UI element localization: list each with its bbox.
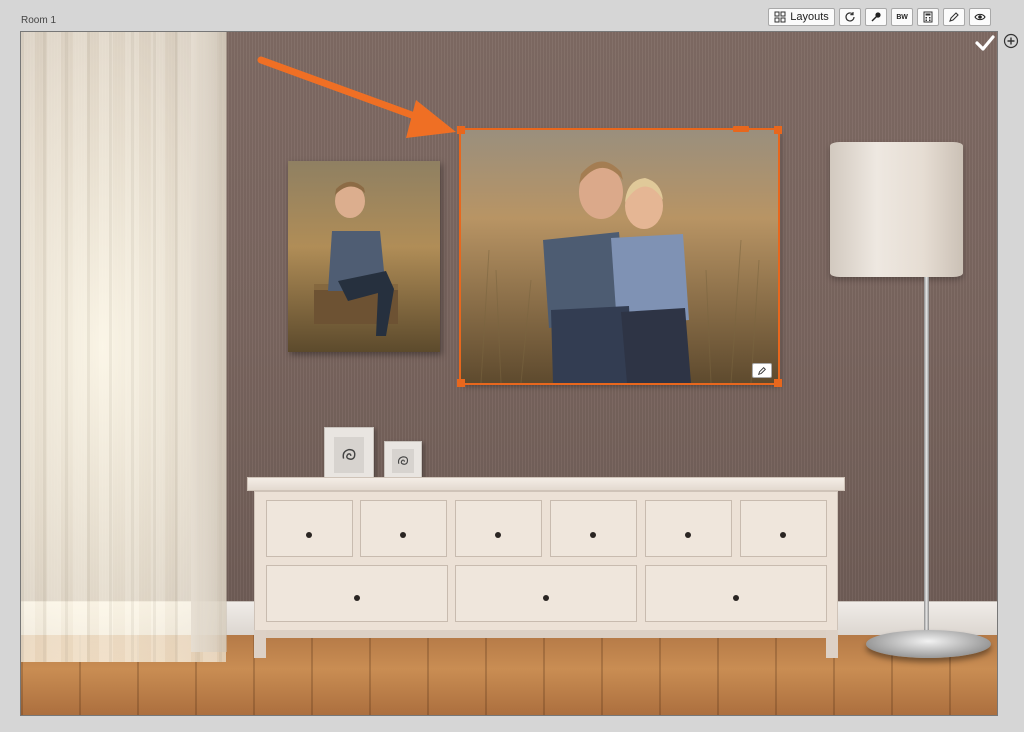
picture-frame-small [384, 441, 422, 481]
lamp-shade [830, 142, 963, 277]
layouts-label: Layouts [790, 11, 829, 23]
bw-label: BW [896, 13, 908, 21]
move-handle[interactable] [733, 126, 749, 132]
pencil-icon [949, 12, 959, 22]
rotate-button[interactable] [839, 8, 861, 26]
grid-icon [774, 11, 786, 23]
drawer-knob [685, 532, 691, 538]
arrow-icon [257, 56, 456, 138]
drawer [360, 500, 447, 557]
drawer-knob [354, 595, 360, 601]
eye-icon [974, 13, 986, 21]
lamp-base [866, 630, 991, 658]
drawer-knob [400, 532, 406, 538]
drawer [645, 500, 732, 557]
room-canvas[interactable] [20, 31, 998, 716]
room-label: Room 1 [21, 15, 57, 26]
resize-handle-bottom-right[interactable] [774, 379, 782, 387]
plus-circle-icon[interactable] [1003, 33, 1019, 49]
drawer [740, 500, 827, 557]
swirl-icon [342, 448, 356, 460]
photo-main-image [461, 130, 778, 383]
wall-photo-main[interactable] [459, 128, 780, 385]
rotate-icon [845, 12, 855, 22]
drawer-knob [590, 532, 596, 538]
eyedropper-button[interactable] [865, 8, 887, 26]
drawer [645, 565, 827, 622]
curtain-edge [191, 32, 227, 652]
drawer [266, 500, 353, 557]
check-icon[interactable] [975, 34, 995, 52]
calculator-icon [923, 11, 933, 23]
resize-handle-bottom-left[interactable] [457, 379, 465, 387]
drawer-knob [495, 532, 501, 538]
drawer-knob [306, 532, 312, 538]
calculator-button[interactable] [917, 8, 939, 26]
drawer [455, 565, 637, 622]
layouts-button[interactable]: Layouts [768, 8, 835, 26]
drawer-knob [733, 595, 739, 601]
drawer [455, 500, 542, 557]
toolbar: Layouts BW [768, 8, 991, 26]
drawer-knob [780, 532, 786, 538]
lamp-pole [924, 277, 929, 637]
resize-handle-top-right[interactable] [774, 126, 782, 134]
dresser-plinth [261, 630, 831, 638]
drawer [266, 565, 448, 622]
picture-frame-large [324, 427, 374, 483]
edit-button[interactable] [943, 8, 965, 26]
dresser-leg [254, 630, 266, 658]
preview-button[interactable] [969, 8, 991, 26]
dresser-leg [826, 630, 838, 658]
dresser-top [247, 477, 845, 491]
photo-edit-button[interactable] [752, 363, 772, 378]
drawer-knob [543, 595, 549, 601]
swirl-icon [397, 456, 409, 465]
wall-photo-left[interactable] [288, 161, 440, 352]
bw-button[interactable]: BW [891, 8, 913, 26]
photo-left-image [288, 161, 440, 352]
drawer [550, 500, 637, 557]
pencil-icon [757, 366, 766, 375]
eyedropper-icon [871, 12, 881, 22]
